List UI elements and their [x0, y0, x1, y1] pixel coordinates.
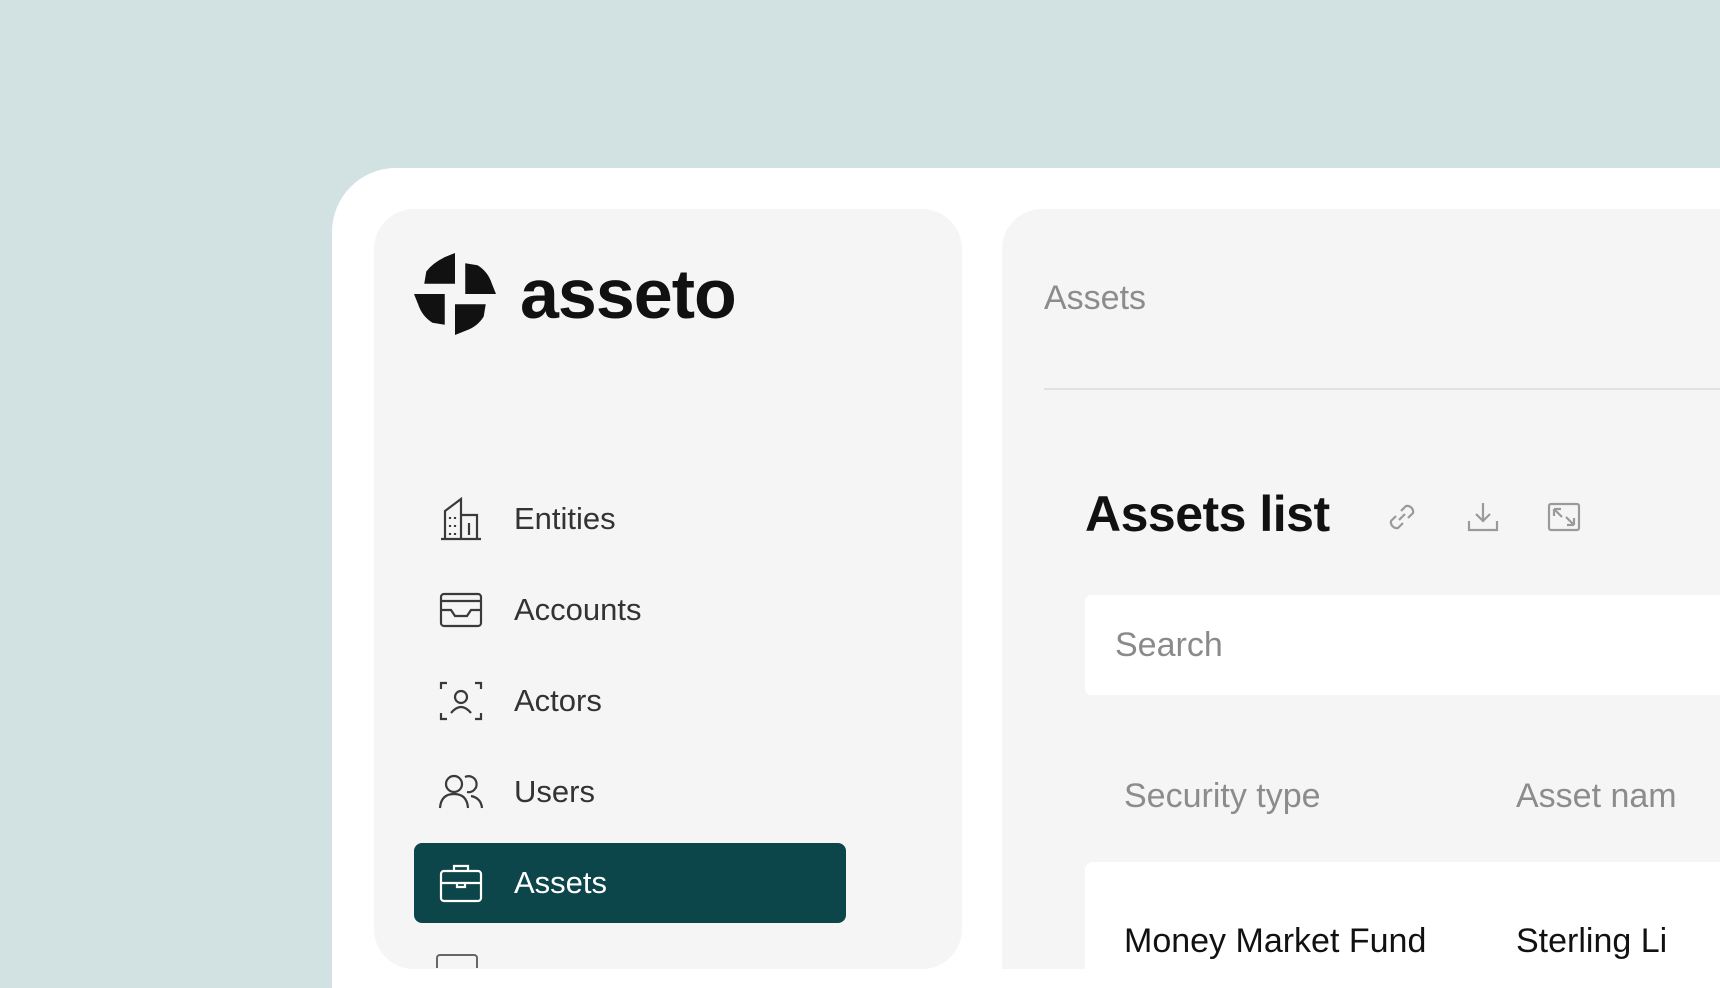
- link-icon: [1389, 504, 1415, 530]
- column-header-security-type[interactable]: Security type: [1124, 777, 1321, 816]
- brand-logo[interactable]: asseto: [414, 249, 737, 339]
- sidebar-item-actors[interactable]: Actors: [414, 661, 846, 741]
- download-icon: [1467, 503, 1499, 532]
- sidebar-nav: Entities Accounts Actors Users Assets: [414, 479, 846, 934]
- expand-icon: [1547, 502, 1581, 532]
- table-cell-asset-name: Sterling Li: [1516, 922, 1668, 960]
- sidebar-item-label: Entities: [514, 501, 616, 536]
- sidebar: asseto Entities Accounts Actors Users As…: [374, 209, 962, 969]
- breadcrumb[interactable]: Assets: [1044, 279, 1146, 318]
- table-row[interactable]: Money Market Fund Sterling Li: [1085, 862, 1720, 982]
- asseto-logo-icon: [414, 253, 496, 335]
- sidebar-item-label: Assets: [514, 865, 608, 900]
- copy-link-button[interactable]: [1380, 495, 1424, 539]
- sidebar-item-label: Accounts: [514, 592, 642, 627]
- sidebar-item-label: Users: [514, 774, 595, 809]
- sidebar-item-accounts[interactable]: Accounts: [414, 570, 846, 650]
- inbox-icon: [436, 585, 486, 635]
- brand-name: asseto: [520, 255, 737, 333]
- expand-button[interactable]: [1542, 495, 1586, 539]
- search-input[interactable]: [1085, 595, 1720, 695]
- main-panel: Assets Assets list Security type Asset n…: [1002, 209, 1720, 982]
- user-focus-icon: [436, 676, 486, 726]
- sidebar-item-label: Actors: [514, 683, 602, 718]
- sidebar-item-entities[interactable]: Entities: [414, 479, 846, 559]
- table-cell-security-type: Money Market Fund: [1124, 922, 1427, 960]
- building-icon: [436, 494, 486, 544]
- page-title: Assets list: [1085, 486, 1330, 542]
- sidebar-item-assets[interactable]: Assets: [414, 843, 846, 923]
- column-header-asset-name[interactable]: Asset nam: [1516, 777, 1677, 816]
- download-button[interactable]: [1461, 495, 1505, 539]
- users-icon: [436, 767, 486, 817]
- sidebar-item-next-icon[interactable]: [436, 954, 478, 968]
- briefcase-icon: [436, 858, 486, 908]
- sidebar-item-users[interactable]: Users: [414, 752, 846, 832]
- title-actions: [1380, 495, 1623, 539]
- header-divider: [1044, 388, 1720, 390]
